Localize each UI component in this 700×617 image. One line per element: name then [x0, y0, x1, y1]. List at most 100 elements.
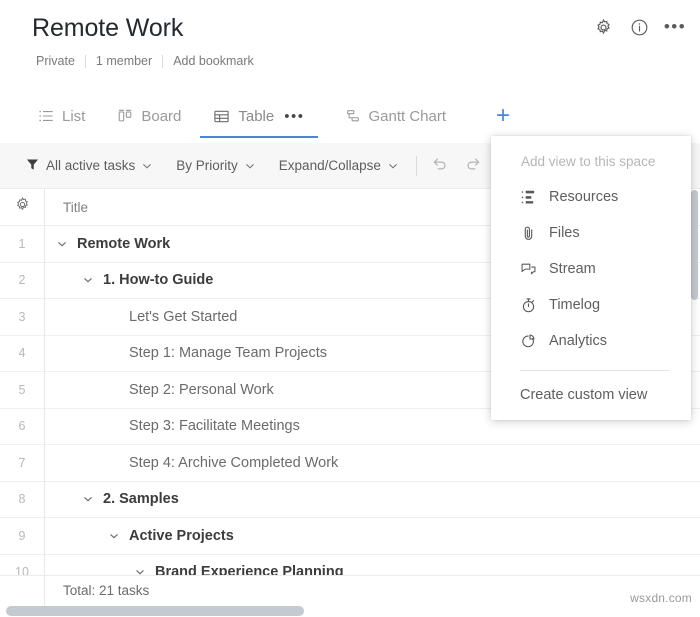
row-title: 1. How-to Guide: [103, 272, 213, 288]
tab-list[interactable]: List: [22, 94, 101, 138]
chevron-down-icon: [142, 161, 152, 171]
menu-item-resources[interactable]: Resources: [491, 179, 691, 215]
tab-overflow-icon[interactable]: •••: [284, 108, 304, 125]
gantt-icon: [345, 108, 361, 124]
menu-item-timelog[interactable]: Timelog: [491, 287, 691, 323]
view-tab-bar: List Board: [0, 94, 700, 138]
row-title: Remote Work: [77, 236, 170, 252]
row-expand-toggle[interactable]: [131, 563, 149, 575]
row-body: Brand Experience Planning: [45, 554, 700, 575]
meta-privacy[interactable]: Private: [26, 54, 85, 68]
row-number: 7: [0, 445, 45, 482]
row-title: Step 3: Facilitate Meetings: [129, 418, 300, 434]
row-title: Step 2: Personal Work: [129, 382, 274, 398]
settings-icon[interactable]: [592, 16, 614, 38]
row-expand-toggle[interactable]: [105, 527, 123, 545]
tab-label: Board: [141, 108, 181, 125]
menu-item-analytics[interactable]: Analytics: [491, 323, 691, 359]
tab-gantt-chart[interactable]: Gantt Chart: [321, 94, 463, 138]
tab-table[interactable]: Table •••: [197, 94, 320, 138]
row-number: 3: [0, 299, 45, 336]
filter-label: All active tasks: [46, 158, 135, 173]
undo-button[interactable]: [423, 143, 457, 189]
filter-dropdown[interactable]: All active tasks: [14, 143, 164, 189]
gear-icon: [14, 196, 31, 218]
more-options-icon[interactable]: •••: [664, 16, 686, 38]
filter-icon: [26, 158, 39, 174]
row-number: 8: [0, 481, 45, 518]
group-label: By Priority: [176, 158, 238, 173]
tab-label: List: [62, 108, 85, 125]
menu-item-label: Files: [549, 225, 580, 241]
table-row[interactable]: 82. Samples: [0, 482, 700, 519]
row-expand-toggle[interactable]: [53, 235, 71, 253]
row-expand-toggle[interactable]: [79, 490, 97, 508]
watermark: wsxdn.com: [630, 591, 692, 605]
stopwatch-icon: [520, 297, 542, 314]
footer-spacer: [0, 576, 45, 606]
menu-item-label: Stream: [549, 261, 596, 277]
resources-icon: [520, 189, 542, 206]
table-icon: [213, 108, 230, 125]
add-view-button[interactable]: +: [486, 94, 520, 138]
page-header: Remote Work Private 1 member Add bookmar…: [0, 0, 700, 88]
grid-footer: Total: 21 tasks: [0, 575, 700, 605]
info-icon[interactable]: [628, 16, 650, 38]
page-title: Remote Work: [32, 14, 183, 43]
row-title: Let's Get Started: [129, 309, 237, 325]
meta-members[interactable]: 1 member: [86, 54, 162, 68]
menu-item-label: Timelog: [549, 297, 600, 313]
horizontal-scrollbar[interactable]: [6, 606, 304, 616]
row-number: 10: [0, 554, 45, 575]
paperclip-icon: [520, 225, 542, 242]
page-meta: Private 1 member Add bookmark: [26, 54, 264, 68]
create-custom-view-button[interactable]: Create custom view: [491, 371, 691, 403]
table-row[interactable]: 10 Brand Experience Planning: [0, 555, 700, 576]
redo-icon: [465, 155, 482, 177]
menu-item-files[interactable]: Files: [491, 215, 691, 251]
app-root: Remote Work Private 1 member Add bookmar…: [0, 0, 700, 617]
tab-label: Table: [238, 108, 274, 125]
tab-board[interactable]: Board: [101, 94, 197, 138]
row-number: 5: [0, 372, 45, 409]
row-title: Step 1: Manage Team Projects: [129, 345, 327, 361]
vertical-scrollbar[interactable]: [691, 190, 698, 300]
table-row[interactable]: 9 Active Projects: [0, 518, 700, 555]
chevron-down-icon: [388, 161, 398, 171]
board-icon: [117, 108, 133, 124]
tab-label: Gantt Chart: [369, 108, 447, 125]
redo-button[interactable]: [457, 143, 491, 189]
row-number: 1: [0, 226, 45, 263]
row-number: 6: [0, 408, 45, 445]
row-body: Step 4: Archive Completed Work: [45, 445, 700, 482]
chevron-down-icon: [245, 161, 255, 171]
row-title: Brand Experience Planning: [155, 564, 344, 575]
header-actions: •••: [592, 16, 686, 38]
toolbar-divider: [416, 156, 417, 176]
row-number: 9: [0, 518, 45, 555]
row-number: 2: [0, 262, 45, 299]
menu-item-stream[interactable]: Stream: [491, 251, 691, 287]
menu-item-label: Resources: [549, 189, 618, 205]
stream-icon: [520, 261, 542, 278]
pie-chart-icon: [520, 333, 542, 350]
expand-collapse-label: Expand/Collapse: [279, 158, 381, 173]
undo-icon: [431, 155, 448, 177]
table-row[interactable]: 7 Step 4: Archive Completed Work: [0, 445, 700, 482]
row-number: 4: [0, 335, 45, 372]
menu-heading: Add view to this space: [491, 136, 691, 179]
row-title: Step 4: Archive Completed Work: [129, 455, 338, 471]
expand-collapse-dropdown[interactable]: Expand/Collapse: [267, 143, 410, 189]
menu-item-label: Analytics: [549, 333, 607, 349]
row-body: Active Projects: [45, 518, 700, 555]
group-by-dropdown[interactable]: By Priority: [164, 143, 267, 189]
active-tab-underline: [200, 136, 317, 139]
row-body: 2. Samples: [45, 481, 700, 518]
row-title: Active Projects: [129, 528, 234, 544]
add-view-menu: Add view to this space Resources: [491, 136, 691, 420]
meta-add-bookmark[interactable]: Add bookmark: [163, 54, 264, 68]
row-expand-toggle[interactable]: [79, 271, 97, 289]
total-tasks-label: Total: 21 tasks: [45, 583, 149, 598]
grid-settings-button[interactable]: [0, 189, 45, 226]
column-header-title: Title: [45, 200, 88, 215]
